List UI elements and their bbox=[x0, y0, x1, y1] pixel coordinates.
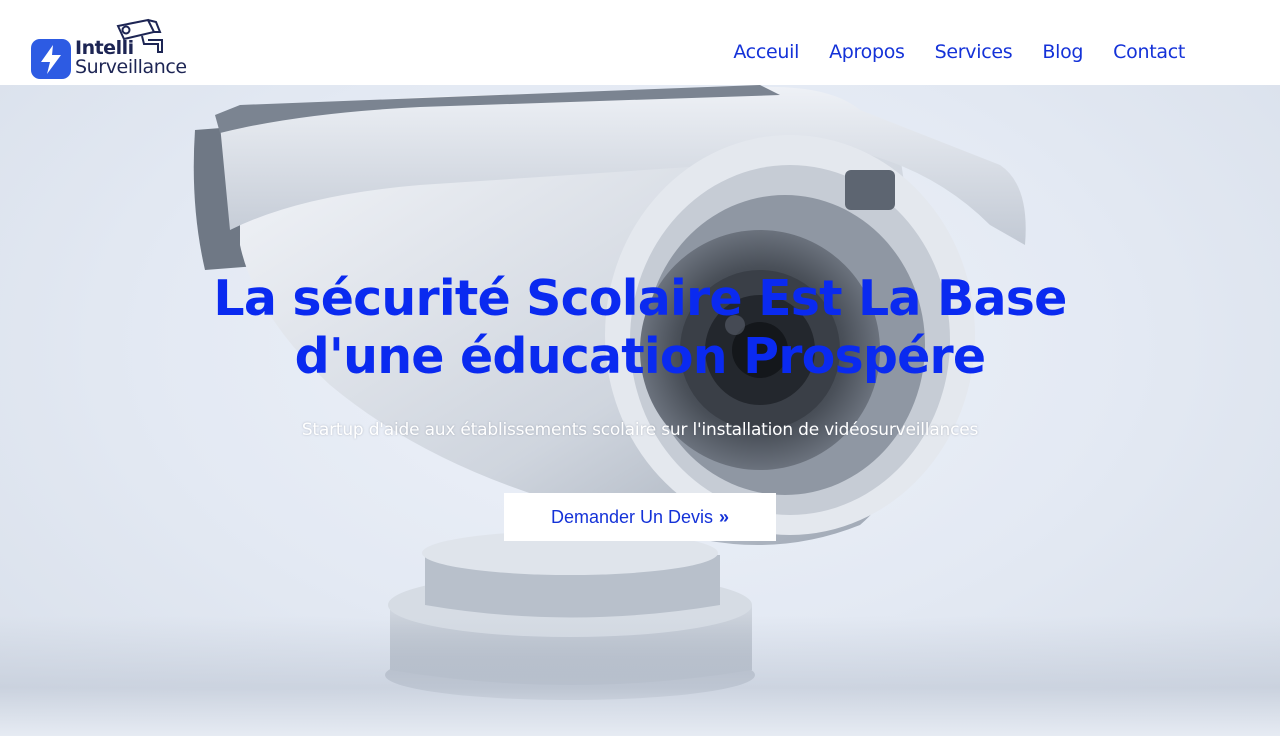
brand-name-line2: Surveillance bbox=[75, 56, 187, 78]
brand-name-line1: Intelli bbox=[75, 37, 134, 59]
nav-item-services[interactable]: Services bbox=[935, 40, 1013, 64]
hero-title: La sécurité Scolaire Est La Base d'une é… bbox=[140, 270, 1140, 386]
double-chevron-right-icon: » bbox=[719, 507, 730, 527]
brand-logo[interactable]: Intelli Surveillance bbox=[30, 18, 190, 80]
hero-title-line2: d'une éducation Prospére bbox=[294, 328, 986, 385]
nav-item-acceuil[interactable]: Acceuil bbox=[733, 40, 799, 64]
hero-floor-shadow bbox=[0, 616, 1280, 736]
site-header: Intelli Surveillance Acceuil Apropos Ser… bbox=[0, 0, 1280, 85]
nav-item-blog[interactable]: Blog bbox=[1042, 40, 1083, 64]
lightning-bolt-icon bbox=[31, 39, 71, 79]
hero-section: La sécurité Scolaire Est La Base d'une é… bbox=[0, 85, 1280, 736]
nav-item-apropos[interactable]: Apropos bbox=[829, 40, 905, 64]
main-nav: Acceuil Apropos Services Blog Contact bbox=[733, 40, 1185, 64]
request-quote-label: Demander Un Devis bbox=[550, 506, 714, 527]
nav-item-contact[interactable]: Contact bbox=[1113, 40, 1185, 64]
hero-subtitle: Startup d'aide aux établissements scolai… bbox=[301, 420, 979, 440]
hero-title-line1: La sécurité Scolaire Est La Base bbox=[213, 270, 1067, 327]
request-quote-button[interactable]: Demander Un Devis » bbox=[504, 493, 776, 541]
